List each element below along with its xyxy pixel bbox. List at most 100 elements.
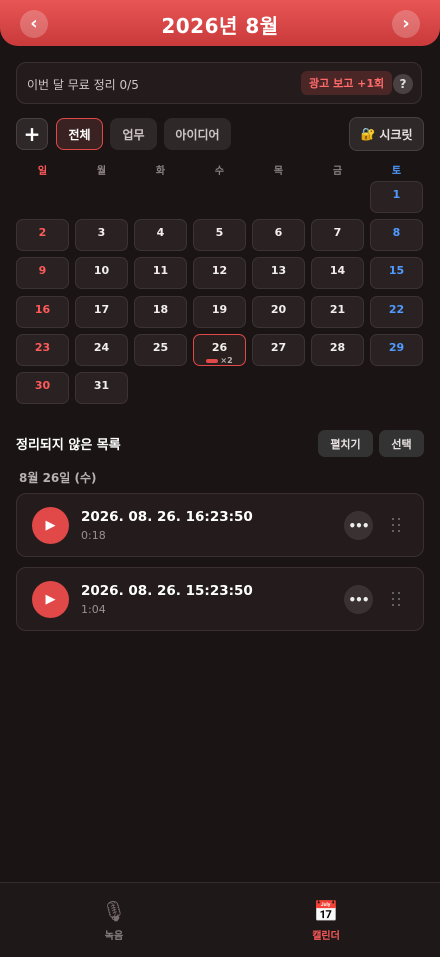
day-number: 14 [329, 264, 346, 277]
unsorted-list-title: 정리되지 않은 목록 [16, 438, 121, 453]
recording-bar [206, 358, 219, 363]
day-number: 31 [93, 379, 110, 392]
weekday-sat: 토 [391, 166, 402, 177]
day-cell-13[interactable]: 13 [252, 257, 305, 289]
calendar-icon: 📅 [313, 899, 339, 923]
secret-button[interactable]: 🔐 시크릿 [349, 117, 424, 151]
day-cell-21[interactable]: 21 [311, 296, 364, 328]
day-cell-29[interactable]: 29 [370, 334, 423, 366]
day-cell-25[interactable]: 25 [134, 334, 187, 366]
weekday-mon: 월 [96, 166, 107, 177]
tab-calendar[interactable]: 📅 캘린더 [296, 899, 356, 942]
day-number: 6 [274, 226, 283, 239]
watch-ad-button[interactable]: 광고 보고 +1회 [301, 71, 393, 95]
day-cell-19[interactable]: 19 [193, 296, 246, 328]
day-number: 11 [152, 264, 169, 277]
day-number: 25 [152, 341, 169, 354]
day-cell-2[interactable]: 2 [16, 219, 69, 251]
play-button[interactable]: ▶ [32, 507, 69, 544]
recording-title: 2026. 08. 26. 15:23:50 [81, 583, 253, 599]
day-number: 26 [211, 341, 228, 354]
day-cell-6[interactable]: 6 [252, 219, 305, 251]
day-cell-15[interactable]: 15 [370, 257, 423, 289]
day-number: 1 [392, 188, 401, 201]
filter-chip-all[interactable]: 전체 [56, 118, 103, 150]
bottom-tab-bar: 🎙 녹음 📅 캘린더 [0, 882, 440, 957]
filter-chip-work[interactable]: 업무 [110, 118, 157, 150]
more-options-button[interactable]: ••• [344, 585, 373, 614]
recording-duration: 1:04 [81, 603, 106, 616]
day-cell-1[interactable]: 1 [370, 181, 423, 213]
play-button[interactable]: ▶ [32, 581, 69, 618]
day-cell-4[interactable]: 4 [134, 219, 187, 251]
drag-handle-icon[interactable] [392, 514, 404, 536]
day-cell-3[interactable]: 3 [75, 219, 128, 251]
day-number: 2 [38, 226, 47, 239]
day-cell-10[interactable]: 10 [75, 257, 128, 289]
weekday-fri: 금 [332, 166, 343, 177]
add-category-button[interactable]: + [16, 118, 48, 150]
recording-item[interactable]: ▶ 2026. 08. 26. 15:23:50 1:04 ••• [16, 567, 424, 631]
recording-count: ×2 [220, 356, 233, 365]
day-cell-8[interactable]: 8 [370, 219, 423, 251]
day-cell-31[interactable]: 31 [75, 372, 128, 404]
month-header: ‹ 2026년 8월 › [0, 0, 440, 46]
day-number: 24 [93, 341, 110, 354]
more-options-button[interactable]: ••• [344, 511, 373, 540]
day-cell-23[interactable]: 23 [16, 334, 69, 366]
weekday-sun: 일 [37, 166, 48, 177]
day-cell-16[interactable]: 16 [16, 296, 69, 328]
day-number: 10 [93, 264, 110, 277]
day-cell-22[interactable]: 22 [370, 296, 423, 328]
day-number: 28 [329, 341, 346, 354]
day-cell-24[interactable]: 24 [75, 334, 128, 366]
play-icon: ▶ [45, 592, 56, 607]
day-cell-26-selected[interactable]: 26 ×2 [193, 334, 246, 366]
day-number: 8 [392, 226, 401, 239]
day-cell-18[interactable]: 18 [134, 296, 187, 328]
tab-calendar-label: 캘린더 [312, 931, 340, 942]
help-button[interactable]: ? [393, 74, 413, 94]
drag-handle-icon[interactable] [392, 588, 404, 610]
filter-chip-idea[interactable]: 아이디어 [164, 118, 231, 150]
day-cell-7[interactable]: 7 [311, 219, 364, 251]
day-cell-30[interactable]: 30 [16, 372, 69, 404]
day-cell-12[interactable]: 12 [193, 257, 246, 289]
day-number: 21 [329, 303, 346, 316]
day-cell-9[interactable]: 9 [16, 257, 69, 289]
day-cell-27[interactable]: 27 [252, 334, 305, 366]
day-number: 18 [152, 303, 169, 316]
day-cell-20[interactable]: 20 [252, 296, 305, 328]
day-number: 17 [93, 303, 110, 316]
day-cell-17[interactable]: 17 [75, 296, 128, 328]
day-number: 15 [388, 264, 405, 277]
tab-record[interactable]: 🎙 녹음 [84, 899, 144, 942]
month-title: 2026년 8월 [161, 14, 279, 38]
day-number: 12 [211, 264, 228, 277]
day-cell-11[interactable]: 11 [134, 257, 187, 289]
day-cell-14[interactable]: 14 [311, 257, 364, 289]
recording-duration: 0:18 [81, 529, 106, 542]
day-number: 23 [34, 341, 51, 354]
play-icon: ▶ [45, 518, 56, 533]
expand-button[interactable]: 펼치기 [318, 430, 373, 457]
day-cell-5[interactable]: 5 [193, 219, 246, 251]
microphone-icon: 🎙 [101, 899, 127, 923]
secret-label: 시크릿 [379, 127, 413, 142]
weekday-header: 일 월 화 수 목 금 토 [16, 162, 424, 177]
day-number: 27 [270, 341, 287, 354]
weekday-thu: 목 [273, 166, 284, 177]
quota-text: 이번 달 무료 정리 0/5 [27, 78, 139, 92]
lock-key-icon: 🔐 [360, 127, 376, 141]
day-number: 19 [211, 303, 228, 316]
next-month-button[interactable]: › [392, 10, 420, 38]
day-number: 7 [333, 226, 342, 239]
day-number: 30 [34, 379, 51, 392]
select-button[interactable]: 선택 [379, 430, 424, 457]
recording-item[interactable]: ▶ 2026. 08. 26. 16:23:50 0:18 ••• [16, 493, 424, 557]
day-number: 13 [270, 264, 287, 277]
weekday-tue: 화 [155, 166, 166, 177]
day-number: 20 [270, 303, 287, 316]
recording-marker: ×2 [206, 356, 233, 365]
day-cell-28[interactable]: 28 [311, 334, 364, 366]
